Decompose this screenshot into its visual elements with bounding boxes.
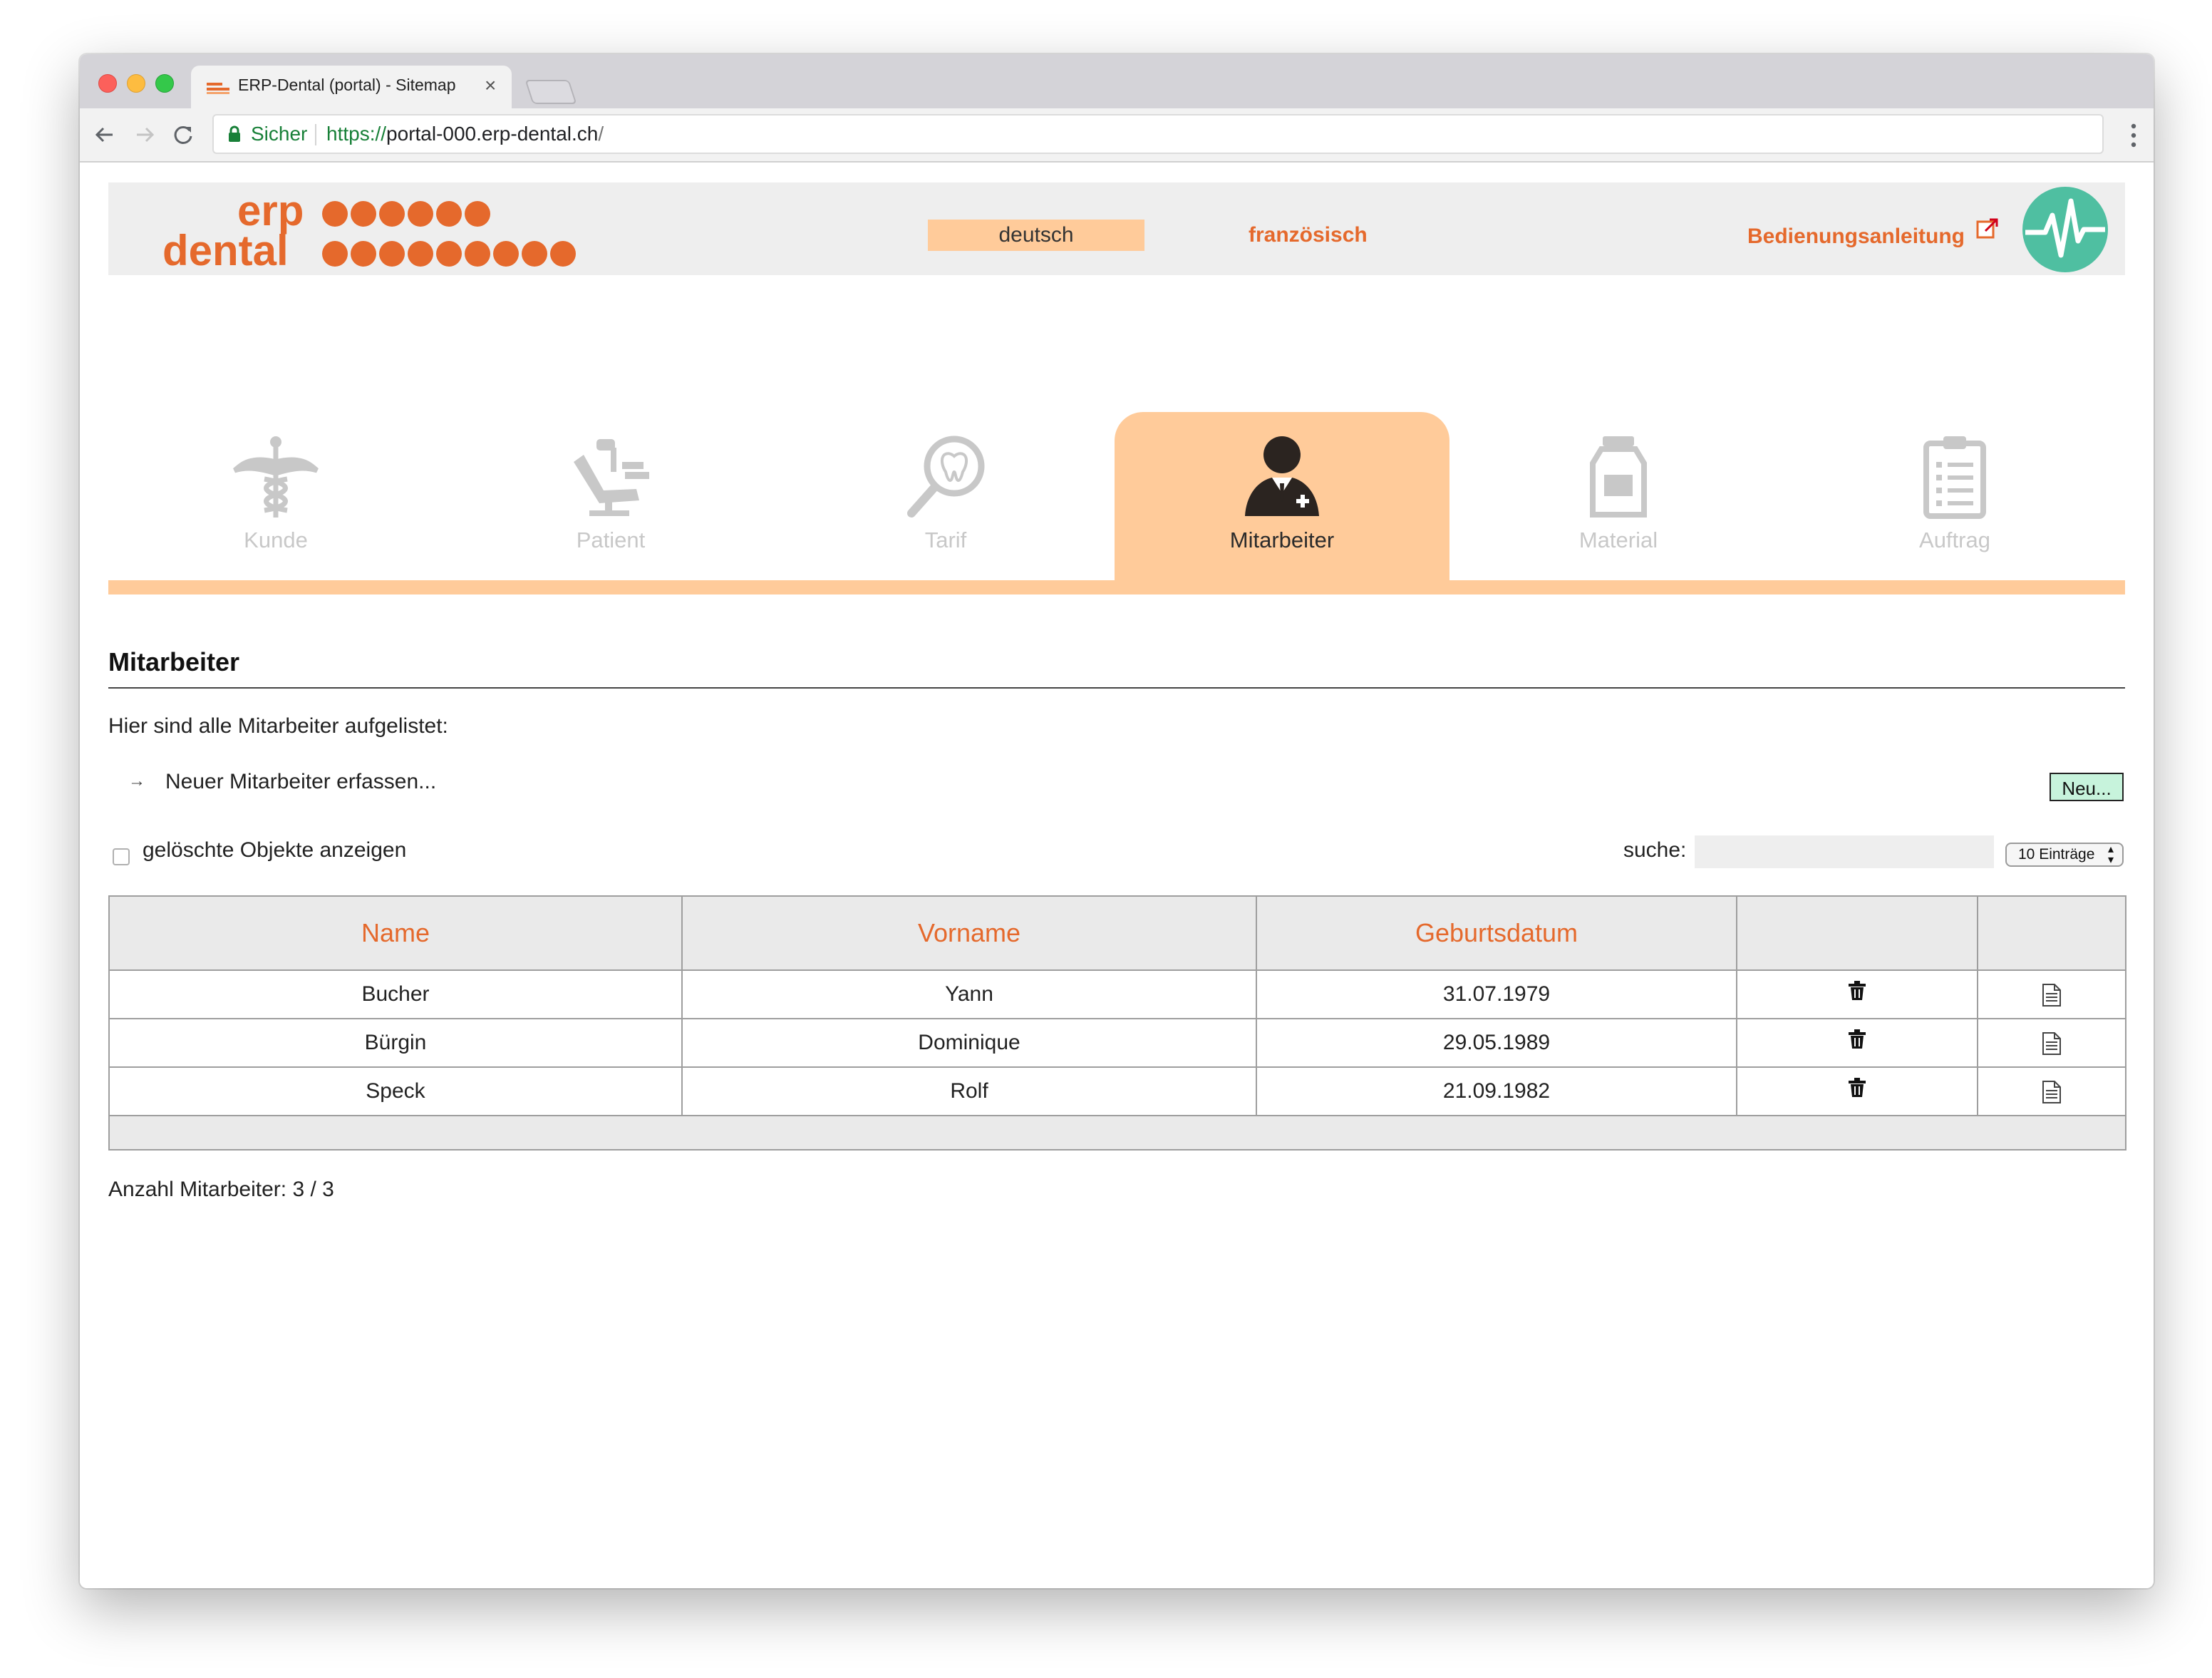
tab-title: ERP-Dental (portal) - Sitemap xyxy=(238,76,456,94)
tab-bar: ERP-Dental (portal) - Sitemap × xyxy=(80,54,2154,108)
table-row[interactable]: Bürgin Dominique 29.05.1989 xyxy=(108,1018,2126,1068)
document-icon[interactable] xyxy=(2042,1031,2062,1056)
module-label-material: Material xyxy=(1578,527,1658,552)
cell-vorname: Yann xyxy=(681,969,1257,1019)
module-label-auftrag: Auftrag xyxy=(1919,527,1990,552)
table-footer xyxy=(108,1115,2126,1151)
material-jar-icon xyxy=(1590,436,1647,518)
document-icon[interactable] xyxy=(2042,1080,2062,1104)
header-name[interactable]: Name xyxy=(108,895,683,971)
caduceus-icon xyxy=(233,436,319,518)
erp-dental-logo[interactable]: erp dental xyxy=(162,185,590,271)
header-banner: erp dental deutsch französisch Bedienung… xyxy=(108,182,2125,275)
cell-geburtsdatum: 29.05.1989 xyxy=(1256,1018,1737,1068)
arrow-right-icon: → xyxy=(128,771,145,791)
entries-select-value: 10 Einträge xyxy=(2018,846,2095,863)
employee-table: Name Vorname Geburtsdatum Bucher Yann 31… xyxy=(108,895,2126,1151)
header-edit-column xyxy=(1977,895,2126,971)
module-tab-patient[interactable]: Patient xyxy=(443,412,778,580)
module-label-mitarbeiter: Mitarbeiter xyxy=(1229,527,1335,552)
module-tab-auftrag[interactable]: Auftrag xyxy=(1787,412,2122,580)
module-tab-mitarbeiter[interactable]: Mitarbeiter xyxy=(1115,412,1449,580)
search-input[interactable] xyxy=(1695,835,1994,868)
maximize-window-button[interactable] xyxy=(155,74,174,93)
browser-tab[interactable]: ERP-Dental (portal) - Sitemap × xyxy=(191,66,512,108)
cell-name: Bürgin xyxy=(108,1018,683,1068)
module-tab-kunde[interactable]: Kunde xyxy=(108,412,443,580)
cell-delete xyxy=(1736,1066,1978,1116)
document-icon[interactable] xyxy=(2042,983,2062,1007)
logo-text-dental: dental xyxy=(162,227,289,271)
cell-edit xyxy=(1977,1018,2126,1068)
entries-per-page-select[interactable]: 10 Einträge ▴ ▾ xyxy=(2005,843,2124,867)
new-employee-button[interactable]: Neu... xyxy=(2050,773,2124,801)
favicon-icon xyxy=(207,83,229,94)
employee-count: Anzahl Mitarbeiter: 3 / 3 xyxy=(108,1178,334,1201)
module-tab-tarif[interactable]: Tarif xyxy=(778,412,1113,580)
module-navigation: Kunde Patient Tarif Mitarbeiter Material… xyxy=(108,412,2125,594)
trash-icon[interactable] xyxy=(1848,981,1866,1001)
title-divider xyxy=(108,687,2125,689)
trash-icon[interactable] xyxy=(1848,1029,1866,1049)
cell-vorname: Rolf xyxy=(681,1066,1257,1116)
back-arrow-icon[interactable] xyxy=(91,121,118,148)
address-separator xyxy=(315,124,316,145)
header-geburtsdatum[interactable]: Geburtsdatum xyxy=(1256,895,1737,971)
reload-icon[interactable] xyxy=(170,121,197,148)
tooth-magnifier-icon xyxy=(907,436,985,518)
header-vorname[interactable]: Vorname xyxy=(681,895,1257,971)
module-label-kunde: Kunde xyxy=(244,527,308,552)
minimize-window-button[interactable] xyxy=(127,74,145,93)
new-employee-link[interactable]: Neuer Mitarbeiter erfassen... xyxy=(165,770,436,794)
module-label-tarif: Tarif xyxy=(924,527,967,552)
cell-vorname: Dominique xyxy=(681,1018,1257,1068)
header-delete-column xyxy=(1736,895,1978,971)
page-title: Mitarbeiter xyxy=(108,647,240,676)
module-label-patient: Patient xyxy=(576,527,646,552)
table-header-row: Name Vorname Geburtsdatum xyxy=(108,895,2126,971)
address-bar[interactable]: Sicher https://portal-000.erp-dental.ch/ xyxy=(212,114,2104,154)
show-deleted-checkbox[interactable] xyxy=(113,848,130,865)
manual-link[interactable]: Bedienungsanleitung xyxy=(1747,221,1965,252)
heartbeat-logo-icon xyxy=(2022,187,2108,272)
browser-toolbar: Sicher https://portal-000.erp-dental.ch/ xyxy=(80,108,2154,163)
page-content: erp dental deutsch französisch Bedienung… xyxy=(80,163,2154,1588)
url-host: portal-000.erp-dental.ch xyxy=(386,123,599,145)
close-tab-icon[interactable]: × xyxy=(485,73,496,98)
language-franzoesisch[interactable]: französisch xyxy=(1249,220,1368,251)
module-tab-material[interactable]: Material xyxy=(1451,412,1786,580)
lock-icon xyxy=(229,125,240,142)
trash-icon[interactable] xyxy=(1848,1078,1866,1098)
intro-text: Hier sind alle Mitarbeiter aufgelistet: xyxy=(108,714,448,738)
select-arrows-icon: ▴ ▾ xyxy=(2108,843,2114,866)
search-label: suche: xyxy=(1623,838,1687,862)
external-link-icon[interactable] xyxy=(1975,217,2000,241)
cell-edit xyxy=(1977,969,2126,1019)
table-row[interactable]: Bucher Yann 31.07.1979 xyxy=(108,969,2126,1019)
close-window-button[interactable] xyxy=(98,74,117,93)
url-scheme: https:// xyxy=(326,123,387,145)
browser-menu-icon[interactable] xyxy=(2131,123,2136,148)
url-path: / xyxy=(598,123,604,145)
forward-arrow-icon[interactable] xyxy=(131,121,158,148)
url-text: https://portal-000.erp-dental.ch/ xyxy=(326,123,604,145)
language-deutsch[interactable]: deutsch xyxy=(928,220,1144,251)
browser-window: ERP-Dental (portal) - Sitemap × Sicher h… xyxy=(80,54,2154,1588)
cell-name: Bucher xyxy=(108,969,683,1019)
cell-geburtsdatum: 31.07.1979 xyxy=(1256,969,1737,1019)
table-footer-row xyxy=(108,1115,2126,1151)
cell-delete xyxy=(1736,969,1978,1019)
new-tab-button[interactable] xyxy=(524,80,577,104)
clipboard-icon xyxy=(1923,436,1986,519)
show-deleted-label: gelöschte Objekte anzeigen xyxy=(143,838,407,862)
dental-chair-icon xyxy=(574,439,649,516)
cell-geburtsdatum: 21.09.1982 xyxy=(1256,1066,1737,1116)
cell-edit xyxy=(1977,1066,2126,1116)
secure-label: Sicher xyxy=(251,123,308,145)
module-underline-bar xyxy=(108,580,2125,594)
cell-name: Speck xyxy=(108,1066,683,1116)
cell-delete xyxy=(1736,1018,1978,1068)
table-row[interactable]: Speck Rolf 21.09.1982 xyxy=(108,1066,2126,1116)
doctor-icon xyxy=(1245,436,1319,516)
